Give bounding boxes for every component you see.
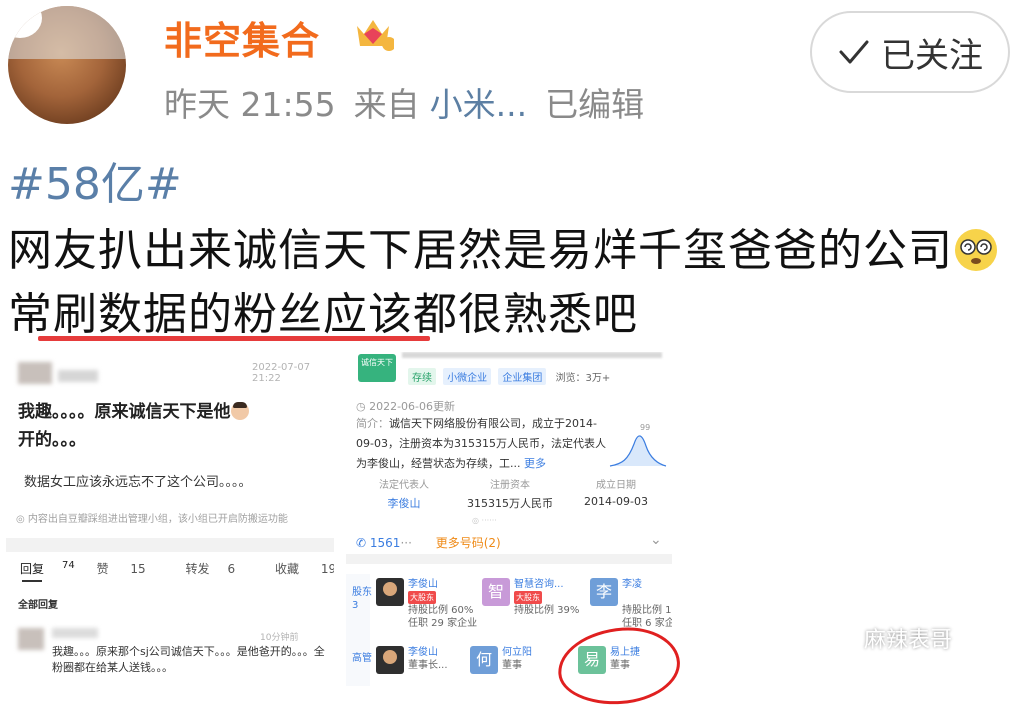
blurred-commenter-name <box>52 628 98 638</box>
blurred-company-name <box>402 352 662 358</box>
hashtag-link[interactable]: #58亿# <box>8 148 182 212</box>
man-face-emoji-icon <box>230 402 249 420</box>
follow-button[interactable]: 已关注 <box>810 11 1010 93</box>
blurred-commenter-avatar <box>18 628 44 650</box>
post-text-line1: 网友扒出来诚信天下居然是易烊千玺爸爸的公司 <box>8 214 999 278</box>
post-source-prefix: 来自 <box>353 85 420 124</box>
tab-replies[interactable]: 回复 74 <box>20 560 75 576</box>
watermark-text: 麻辣表哥 <box>864 628 953 653</box>
company-logo: 诚信天下 <box>358 354 396 382</box>
tag-small-business: 小微企业 <box>443 368 492 385</box>
douban-title-end: 开的。。。 <box>18 430 86 450</box>
trend-score-chart: 99 <box>609 423 667 467</box>
douban-tabs: 回复 74 赞 15 转发 6 收藏 19 <box>20 560 334 577</box>
shareholder-photo <box>376 578 404 606</box>
fact-founded: 成立日期 2014-09-03 <box>584 480 648 508</box>
executive-photo <box>376 646 404 674</box>
phone-masked-dots: ··· <box>400 536 412 550</box>
all-replies-header: 全部回复 <box>18 600 58 611</box>
username[interactable]: 非空集合 <box>164 10 320 65</box>
shareholder-avatar: 智 <box>482 578 510 606</box>
follow-label: 已关注 <box>881 35 983 76</box>
tab-reposts[interactable]: 转发 6 <box>186 562 254 576</box>
trend-score: 99 <box>640 423 650 432</box>
tab-collects[interactable]: 收藏 19 <box>275 562 334 576</box>
wechat-watermark: 麻辣表哥 <box>818 622 952 654</box>
douban-post-date: 2022-07-07 21:22 <box>252 362 311 384</box>
check-icon <box>839 40 869 64</box>
legal-rep-link[interactable]: 李俊山 <box>350 495 458 511</box>
chevron-down-icon[interactable]: ⌄ <box>650 532 662 548</box>
comment-text: 我趣。。。原来那个sj公司诚信天下。。。是他爸开的。。。全粉圈都在给某人送钱。。… <box>52 645 325 674</box>
phone-number: 1561 <box>369 536 401 550</box>
blurred-avatar <box>18 362 52 384</box>
post-time: 昨天 21:55 <box>164 85 336 124</box>
shareholder-avatar: 李 <box>590 578 618 606</box>
shareholders-section-label[interactable]: 股东 3 <box>352 586 372 612</box>
executive-avatar: 何 <box>470 646 498 674</box>
blurred-username <box>58 370 98 382</box>
douban-title-text: 我趣。。。。原来诚信天下是他 <box>18 402 231 422</box>
dizzy-face-emoji-icon <box>955 229 997 271</box>
image-watermark-icon: ◎ ······ <box>472 516 497 525</box>
douban-post-body: 数据女工应该永远忘不了这个公司。。。。 <box>24 475 252 490</box>
post-source[interactable]: 小米... <box>430 85 527 124</box>
active-tab-indicator <box>22 580 42 582</box>
comment-time: 10分钟前 <box>260 633 299 643</box>
intro-text: 诚信天下网络股份有限公司，成立于2014-09-03，注册资本为315315万人… <box>356 417 606 470</box>
major-shareholder-badge: 大股东 <box>514 591 542 604</box>
vip-crown-icon <box>357 20 394 51</box>
post-meta: 昨天 21:55 来自 小米... 已编辑 <box>164 78 662 126</box>
section-divider <box>346 554 672 564</box>
intro-label: 简介： <box>356 417 389 430</box>
tag-status: 存续 <box>408 368 436 385</box>
executives-section-label[interactable]: 高管 <box>352 652 372 665</box>
user-avatar[interactable] <box>8 6 126 124</box>
update-date: ◷ 2022-06-06更新 <box>356 400 456 413</box>
douban-post-note: ◎ 内容出自豆瓣踩组进出管理小组，该小组已开启防搬运功能 <box>16 514 288 525</box>
major-shareholder-badge: 大股东 <box>408 591 436 604</box>
tag-group: 企业集团 <box>498 368 547 385</box>
red-underline-mark <box>38 336 430 341</box>
tab-likes[interactable]: 赞 15 <box>97 562 164 576</box>
divider-band <box>6 538 334 552</box>
wechat-icon <box>819 625 857 651</box>
fact-legal-rep: 法定代表人 李俊山 <box>350 476 458 511</box>
phone-icon: ✆ <box>356 536 367 550</box>
fact-capital: 注册资本 315315万人民币 <box>467 480 553 510</box>
company-tags: 存续 小微企业 企业集团 浏览：3万+ <box>408 368 610 385</box>
more-numbers-link[interactable]: 更多号码(2) <box>436 536 501 550</box>
edited-label[interactable]: 已编辑 <box>545 85 644 124</box>
company-intro: 简介：诚信天下网络股份有限公司，成立于2014-09-03，注册资本为31531… <box>356 414 614 474</box>
post-text-line2: 常刷数据的粉丝应该都很熟悉吧 <box>8 289 638 340</box>
post-text-line1-content: 网友扒出来诚信天下居然是易烊千玺爸爸的公司 <box>8 225 953 276</box>
embedded-douban-screenshot: 2022-07-07 21:22 我趣。。。。原来诚信天下是他 开的。。。 数据… <box>6 352 334 686</box>
intro-more-link[interactable]: 更多 <box>524 457 546 470</box>
phone-row[interactable]: ✆ 1561··· 更多号码(2) <box>356 534 501 551</box>
douban-post-title: 我趣。。。。原来诚信天下是他 开的。。。 <box>18 398 318 454</box>
view-count: 浏览：3万+ <box>555 373 611 384</box>
